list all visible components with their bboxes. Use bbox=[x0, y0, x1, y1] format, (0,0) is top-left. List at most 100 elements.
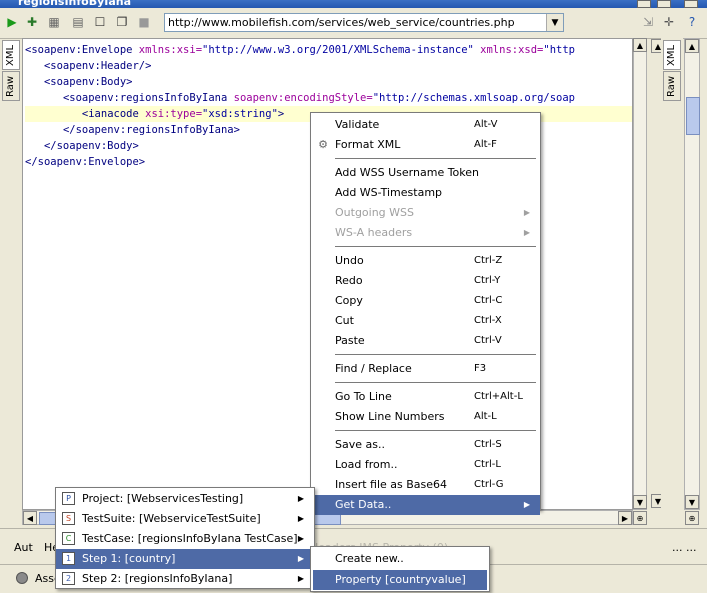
submenu-arrow-icon: ▶ bbox=[297, 514, 304, 523]
create-empty-request-icon[interactable]: ▦ bbox=[46, 14, 62, 30]
split-view-icon[interactable]: ❐ bbox=[114, 14, 130, 30]
submenu-item-testsuite[interactable]: S TestSuite: [WebserviceTestSuite] ▶ bbox=[56, 509, 314, 529]
menu-item-load-from[interactable]: Load from.. Ctrl-L bbox=[311, 455, 540, 475]
tab-authentication[interactable]: Aut bbox=[14, 541, 33, 554]
response-tab-xml[interactable]: XML bbox=[663, 40, 681, 70]
add-icon[interactable]: ✛ bbox=[661, 14, 677, 30]
menu-item-shortcut: Ctrl-L bbox=[474, 459, 501, 470]
single-view-icon[interactable]: ☐ bbox=[92, 14, 108, 30]
menu-item-label: Paste bbox=[335, 334, 365, 347]
submenu-item-step-2[interactable]: 2 Step 2: [regionsInfoByIana] ▶ bbox=[56, 569, 314, 589]
submenu-item-label: Step 1: [country] bbox=[82, 552, 176, 565]
submenu-arrow-icon: ▶ bbox=[297, 494, 304, 503]
menu-item-label: Save as.. bbox=[335, 438, 385, 451]
menu-item-undo[interactable]: Undo Ctrl-Z bbox=[311, 251, 540, 271]
menu-item-paste[interactable]: Paste Ctrl-V bbox=[311, 331, 540, 351]
menu-item-save-as[interactable]: Save as.. Ctrl-S bbox=[311, 435, 540, 455]
submenu-item-project[interactable]: P Project: [WebservicesTesting] ▶ bbox=[56, 489, 314, 509]
submenu-item-label: TestCase: [regionsInfoByIana TestCase] bbox=[82, 532, 298, 545]
create-new-property-item[interactable]: Create new.. bbox=[313, 549, 487, 569]
run-icon[interactable]: ▶ bbox=[4, 14, 20, 30]
response-tab-raw-label: Raw bbox=[666, 75, 678, 97]
help-icon[interactable]: ? bbox=[684, 14, 700, 30]
menu-item-format-xml[interactable]: ⚙ Format XML Alt-F bbox=[311, 135, 540, 155]
menu-separator bbox=[335, 430, 536, 431]
minimize-button[interactable] bbox=[637, 0, 651, 8]
menu-item-add-wss-username-token[interactable]: Add WSS Username Token bbox=[311, 163, 540, 183]
property-countryvalue-item[interactable]: Property [countryvalue] bbox=[313, 570, 487, 590]
menu-item-get-data[interactable]: Get Data.. ▶ bbox=[311, 495, 540, 515]
assertion-status-icon bbox=[16, 572, 28, 584]
clone-request-icon[interactable]: ▤ bbox=[70, 14, 86, 30]
response-vertical-scrollbar[interactable]: ▲ ▼ bbox=[684, 38, 700, 510]
submenu-item-step-1[interactable]: 1 Step 1: [country] ▶ bbox=[56, 549, 314, 569]
menu-item-cut[interactable]: Cut Ctrl-X bbox=[311, 311, 540, 331]
tabs-icon[interactable]: ⇲ bbox=[640, 14, 656, 30]
scroll-right-icon[interactable]: ▶ bbox=[618, 511, 632, 525]
scroll-down-icon[interactable]: ▼ bbox=[685, 495, 699, 509]
vertical-scroll-thumb[interactable] bbox=[686, 97, 700, 135]
menu-item-show-line-numbers[interactable]: Show Line Numbers Alt-L bbox=[311, 407, 540, 427]
tree-node-icon: 1 bbox=[62, 552, 75, 565]
menu-item-ws-a-headers[interactable]: WS-A headers ▶ bbox=[311, 223, 540, 243]
response-tab-raw[interactable]: Raw bbox=[663, 71, 681, 101]
xml-line: </soapenv:Body> bbox=[43, 140, 139, 152]
maximize-button[interactable] bbox=[657, 0, 671, 8]
scroll-up-icon[interactable]: ▲ bbox=[633, 38, 647, 52]
submenu-arrow-icon: ▶ bbox=[297, 574, 304, 583]
menu-separator bbox=[335, 158, 536, 159]
menu-item-shortcut: Ctrl-V bbox=[474, 335, 502, 346]
menu-item-shortcut: Ctrl+Alt-L bbox=[474, 391, 523, 402]
menu-item-label: Copy bbox=[335, 294, 363, 307]
menu-item-insert-file-as-base64[interactable]: Insert file as Base64 Ctrl-G bbox=[311, 475, 540, 495]
close-button[interactable] bbox=[684, 0, 698, 8]
menu-item-shortcut: Ctrl-X bbox=[474, 315, 502, 326]
property-submenu: Create new.. Property [countryvalue] bbox=[310, 546, 490, 592]
endpoint-url-select[interactable]: http://www.mobilefish.com/services/web_s… bbox=[164, 13, 564, 32]
stop-icon[interactable]: ■ bbox=[136, 14, 152, 30]
zoom-icon[interactable]: ⊕ bbox=[685, 511, 699, 525]
menu-item-shortcut: Ctrl-S bbox=[474, 439, 502, 450]
chevron-down-icon[interactable]: ▼ bbox=[546, 14, 563, 31]
submenu-item-label: Step 2: [regionsInfoByIana] bbox=[82, 572, 233, 585]
menu-item-label: Format XML bbox=[335, 138, 401, 151]
menu-item-shortcut: Ctrl-C bbox=[474, 295, 503, 306]
tree-node-icon: C bbox=[62, 532, 75, 545]
window-title-bar: regionsInfoByIana bbox=[0, 0, 707, 8]
menu-item-outgoing-wss[interactable]: Outgoing WSS ▶ bbox=[311, 203, 540, 223]
menu-item-redo[interactable]: Redo Ctrl-Y bbox=[311, 271, 540, 291]
scroll-up-icon[interactable]: ▲ bbox=[685, 39, 699, 53]
editor-vertical-scrollbar[interactable]: ▲ ▼ bbox=[633, 38, 647, 510]
xml-line: <soapenv:Header/> bbox=[43, 60, 152, 72]
menu-item-shortcut: Ctrl-G bbox=[474, 479, 504, 490]
response-panel: XML Raw bbox=[661, 38, 683, 525]
menu-item-label: Insert file as Base64 bbox=[335, 478, 448, 491]
more-tabs[interactable]: ... ... bbox=[672, 541, 696, 554]
menu-item-find-replace[interactable]: Find / Replace F3 bbox=[311, 359, 540, 379]
tab-xml[interactable]: XML bbox=[2, 40, 20, 70]
response-tab-xml-label: XML bbox=[666, 44, 678, 66]
submenu-arrow-icon: ▶ bbox=[297, 554, 304, 563]
scroll-down-icon[interactable]: ▼ bbox=[633, 495, 647, 509]
submenu-item-testcase[interactable]: C TestCase: [regionsInfoByIana TestCase] ▶ bbox=[56, 529, 314, 549]
tab-raw[interactable]: Raw bbox=[2, 71, 20, 101]
format-icon: ⚙ bbox=[318, 138, 328, 151]
add-assertion-icon[interactable]: ✚ bbox=[24, 14, 40, 30]
tree-node-icon: 2 bbox=[62, 572, 75, 585]
menu-separator bbox=[335, 354, 536, 355]
menu-item-go-to-line[interactable]: Go To Line Ctrl+Alt-L bbox=[311, 387, 540, 407]
xml-line: <soapenv:regionsInfoByIana soapenv:encod… bbox=[62, 92, 575, 104]
menu-item-validate[interactable]: Validate Alt-V bbox=[311, 115, 540, 135]
menu-item-label: Add WSS Username Token bbox=[335, 166, 479, 179]
submenu-item-label: Create new.. bbox=[335, 552, 404, 565]
endpoint-url: http://www.mobilefish.com/services/web_s… bbox=[168, 16, 515, 29]
xml-line: </soapenv:regionsInfoByIana> bbox=[62, 124, 240, 136]
menu-item-label: Redo bbox=[335, 274, 363, 287]
scroll-left-icon[interactable]: ◀ bbox=[23, 511, 37, 525]
tree-node-icon: P bbox=[62, 492, 75, 505]
request-toolbar: ▶ ✚ ▦ ▤ ☐ ❐ ■ http://www.mobilefish.com/… bbox=[0, 8, 707, 39]
menu-item-copy[interactable]: Copy Ctrl-C bbox=[311, 291, 540, 311]
menu-item-shortcut: Ctrl-Y bbox=[474, 275, 501, 286]
menu-item-add-ws-timestamp[interactable]: Add WS-Timestamp bbox=[311, 183, 540, 203]
zoom-icon[interactable]: ⊕ bbox=[633, 511, 647, 525]
